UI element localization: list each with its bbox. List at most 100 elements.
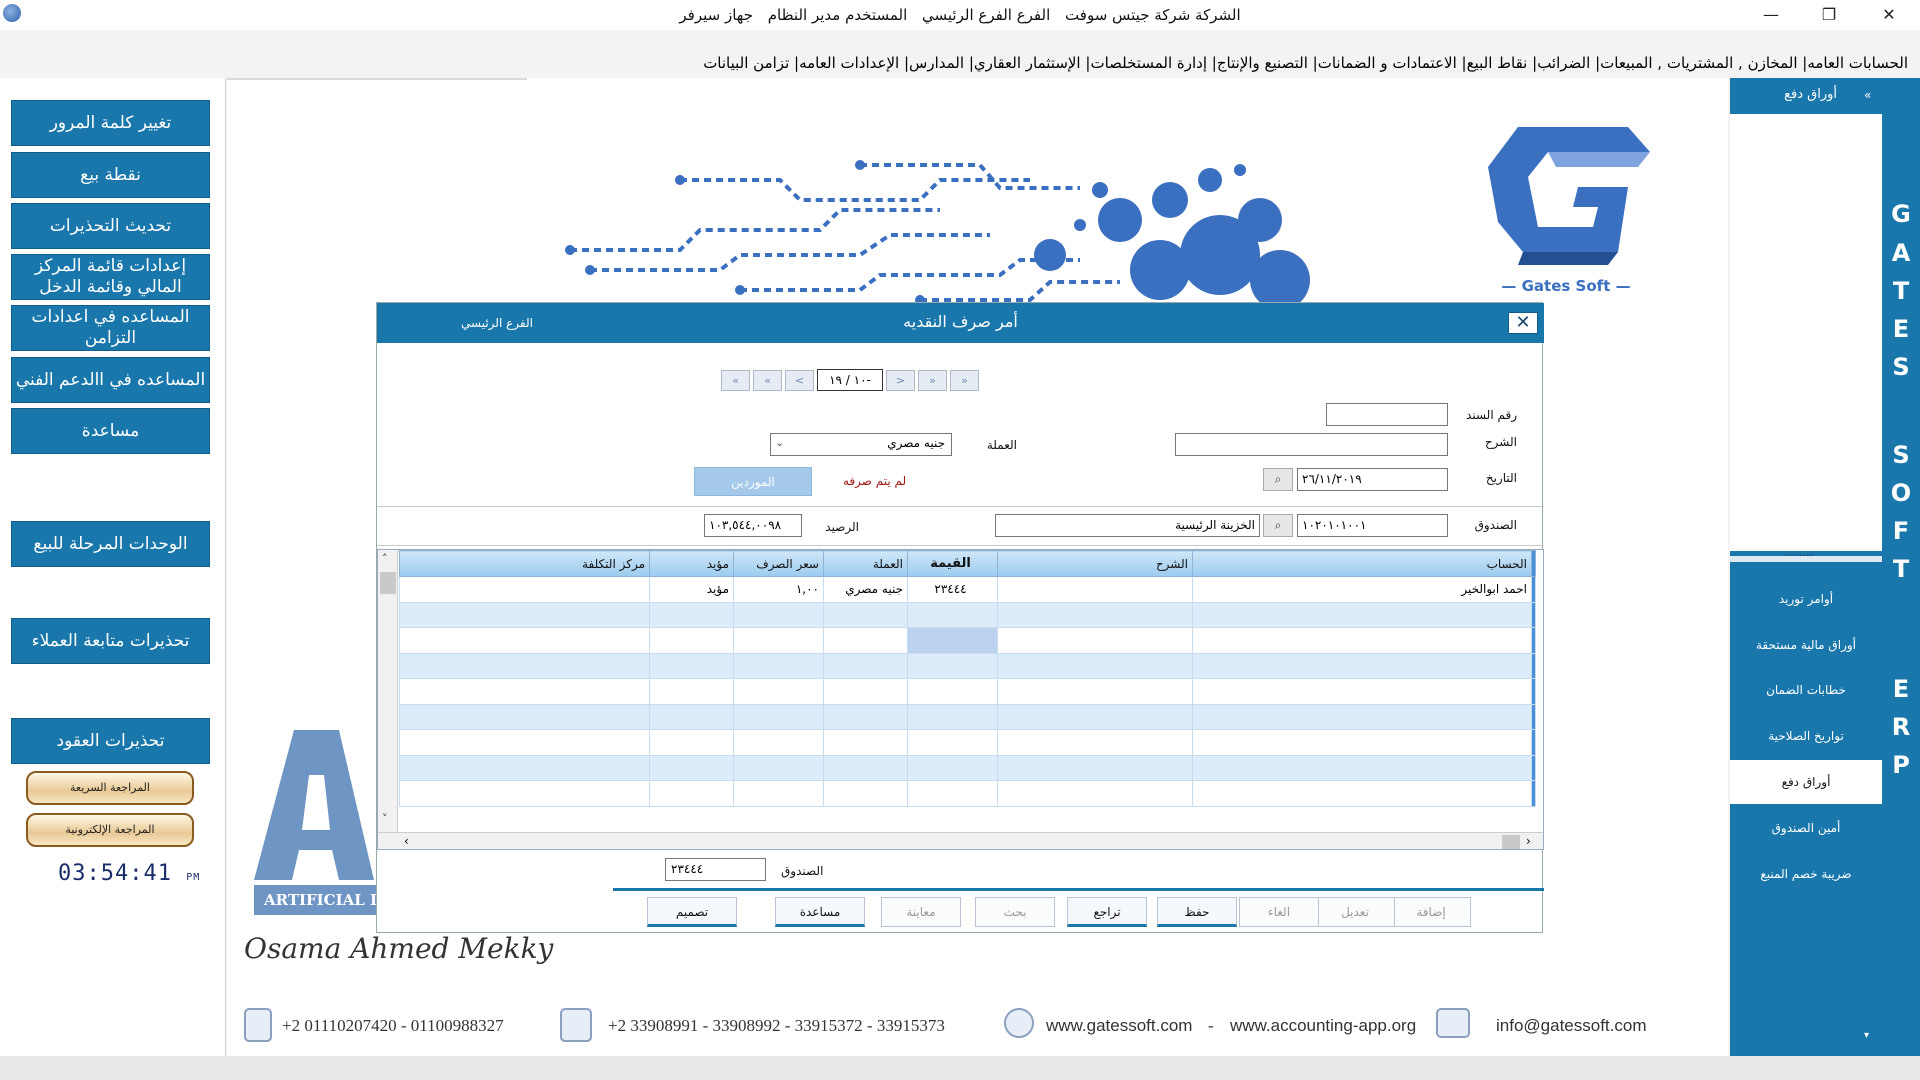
cell-value[interactable] bbox=[907, 780, 998, 807]
cell-currency[interactable] bbox=[823, 601, 908, 628]
cell-approved[interactable] bbox=[649, 627, 734, 654]
table-row[interactable] bbox=[399, 703, 1536, 730]
nav-last-button[interactable]: » bbox=[950, 370, 979, 391]
table-row[interactable] bbox=[399, 601, 1536, 628]
cell-approved[interactable]: مؤيد bbox=[649, 576, 734, 603]
menu-inventory-sales[interactable]: المخازن , المشتريات , المبيعات bbox=[1600, 54, 1797, 72]
cell-currency[interactable] bbox=[823, 754, 908, 781]
change-password-button[interactable]: تغيير كلمة المرور bbox=[11, 100, 210, 146]
col-cost-center-header[interactable]: مركز التكلفة bbox=[399, 550, 650, 577]
cell-approved[interactable] bbox=[649, 652, 734, 679]
cell-rate[interactable] bbox=[733, 678, 824, 705]
minimize-button[interactable]: — bbox=[1748, 2, 1794, 28]
cell-currency[interactable] bbox=[823, 703, 908, 730]
lines-grid[interactable]: ˄ ˅ الحساب الشرح القيمة العملة سعر الصرف… bbox=[377, 549, 1544, 850]
cell-rate[interactable] bbox=[733, 601, 824, 628]
add-button[interactable]: إضافة bbox=[1391, 897, 1471, 927]
row-marker[interactable] bbox=[1531, 703, 1536, 730]
cell-description[interactable] bbox=[997, 754, 1193, 781]
edit-button[interactable]: تعديل bbox=[1315, 897, 1395, 927]
nav-expiry-dates[interactable]: تواريخ الصلاحية bbox=[1730, 714, 1882, 758]
nav-supply-orders[interactable]: أوامر توريد bbox=[1730, 577, 1882, 621]
cell-account[interactable] bbox=[1192, 652, 1532, 679]
row-marker[interactable] bbox=[1531, 780, 1536, 807]
dialog-help-button[interactable]: مساعدة bbox=[775, 897, 865, 927]
e-review-button[interactable]: المراجعة الإلكترونية bbox=[26, 813, 194, 847]
row-marker[interactable] bbox=[1531, 754, 1536, 781]
cell-approved[interactable] bbox=[649, 703, 734, 730]
cell-cost-center[interactable] bbox=[399, 601, 650, 628]
cell-currency[interactable] bbox=[823, 652, 908, 679]
cell-value[interactable] bbox=[907, 729, 998, 756]
search-button[interactable]: بحث bbox=[975, 897, 1055, 927]
scroll-down-icon[interactable]: ˅ bbox=[382, 812, 388, 825]
maximize-button[interactable]: ❐ bbox=[1806, 2, 1852, 28]
nav-next-page-button[interactable]: » bbox=[918, 370, 947, 391]
cell-account[interactable] bbox=[1192, 780, 1532, 807]
col-value-header[interactable]: القيمة bbox=[907, 550, 998, 577]
cell-cost-center[interactable] bbox=[399, 754, 650, 781]
table-row[interactable] bbox=[399, 627, 1536, 654]
help-button[interactable]: مساعدة bbox=[11, 408, 210, 454]
col-account-header[interactable]: الحساب bbox=[1192, 550, 1532, 577]
cell-description[interactable] bbox=[997, 601, 1193, 628]
pos-button[interactable]: نقطة بيع bbox=[11, 152, 210, 198]
cell-value[interactable] bbox=[907, 678, 998, 705]
row-marker[interactable] bbox=[1531, 576, 1536, 603]
row-marker[interactable] bbox=[1531, 729, 1536, 756]
cell-account[interactable] bbox=[1192, 601, 1532, 628]
menu-general-accounts[interactable]: الحسابات العامه bbox=[1807, 54, 1908, 72]
cell-currency[interactable] bbox=[823, 678, 908, 705]
cell-description[interactable] bbox=[997, 627, 1193, 654]
save-button[interactable]: حفظ bbox=[1157, 897, 1237, 927]
cell-cost-center[interactable] bbox=[399, 729, 650, 756]
contract-alerts-button[interactable]: تحذيرات العقود bbox=[11, 718, 210, 764]
cell-value[interactable] bbox=[907, 703, 998, 730]
cell-description[interactable] bbox=[997, 652, 1193, 679]
currency-select[interactable]: جنيه مصري ⌄ bbox=[770, 433, 952, 456]
menu-taxes[interactable]: الضرائب bbox=[1537, 54, 1590, 72]
search-icon[interactable]: ⌕ bbox=[1263, 514, 1293, 537]
table-row[interactable] bbox=[399, 729, 1536, 756]
cell-rate[interactable] bbox=[733, 729, 824, 756]
scroll-left-icon[interactable]: ‹ bbox=[404, 834, 409, 848]
cell-rate[interactable] bbox=[733, 652, 824, 679]
website-link[interactable]: www.gatessoft.com bbox=[1046, 1016, 1192, 1036]
table-row[interactable] bbox=[399, 678, 1536, 705]
cell-cost-center[interactable] bbox=[399, 780, 650, 807]
table-row[interactable]: احمد ابوالخير ٢٣٤٤٤ جنيه مصري ١,٠٠ مؤيد bbox=[399, 576, 1536, 603]
preview-button[interactable]: معاينة bbox=[881, 897, 961, 927]
row-marker[interactable] bbox=[1531, 652, 1536, 679]
col-rate-header[interactable]: سعر الصرف bbox=[733, 550, 824, 577]
cell-approved[interactable] bbox=[649, 754, 734, 781]
row-marker[interactable] bbox=[1531, 627, 1536, 654]
nav-prev-page-button[interactable]: « bbox=[753, 370, 782, 391]
suppliers-button[interactable]: الموردين bbox=[694, 467, 812, 496]
cell-approved[interactable] bbox=[649, 780, 734, 807]
grid-horizontal-scrollbar[interactable]: ‹ › bbox=[378, 832, 1543, 849]
cell-rate[interactable] bbox=[733, 780, 824, 807]
update-alerts-button[interactable]: تحديث التحذيرات bbox=[11, 203, 210, 249]
scroll-thumb[interactable] bbox=[1502, 835, 1520, 849]
cell-rate[interactable] bbox=[733, 754, 824, 781]
cell-description[interactable] bbox=[997, 678, 1193, 705]
cell-account[interactable] bbox=[1192, 703, 1532, 730]
table-row[interactable] bbox=[399, 652, 1536, 679]
col-description-header[interactable]: الشرح bbox=[997, 550, 1193, 577]
menu-schools[interactable]: المدارس bbox=[909, 54, 964, 72]
cell-cost-center[interactable] bbox=[399, 627, 650, 654]
tech-support-button[interactable]: المساعده في االدعم الفني bbox=[11, 357, 210, 403]
nav-guarantee-letters[interactable]: خطابات الضمان bbox=[1730, 668, 1882, 712]
cell-description[interactable] bbox=[997, 576, 1193, 603]
cell-currency[interactable] bbox=[823, 780, 908, 807]
grid-vertical-scrollbar[interactable]: ˄ ˅ bbox=[378, 550, 398, 832]
cell-description[interactable] bbox=[997, 703, 1193, 730]
cancel-button[interactable]: الغاء bbox=[1239, 897, 1319, 927]
sync-help-button[interactable]: المساعده في اعدادات التزامن bbox=[11, 305, 210, 351]
splitter-grip[interactable]: ........ bbox=[1785, 546, 1813, 559]
scroll-right-icon[interactable]: › bbox=[1526, 834, 1531, 848]
website-link-2[interactable]: www.accounting-app.org bbox=[1230, 1016, 1416, 1036]
cell-cost-center[interactable] bbox=[399, 678, 650, 705]
nav-next-button[interactable]: > bbox=[886, 370, 915, 391]
scroll-thumb[interactable] bbox=[380, 572, 396, 594]
